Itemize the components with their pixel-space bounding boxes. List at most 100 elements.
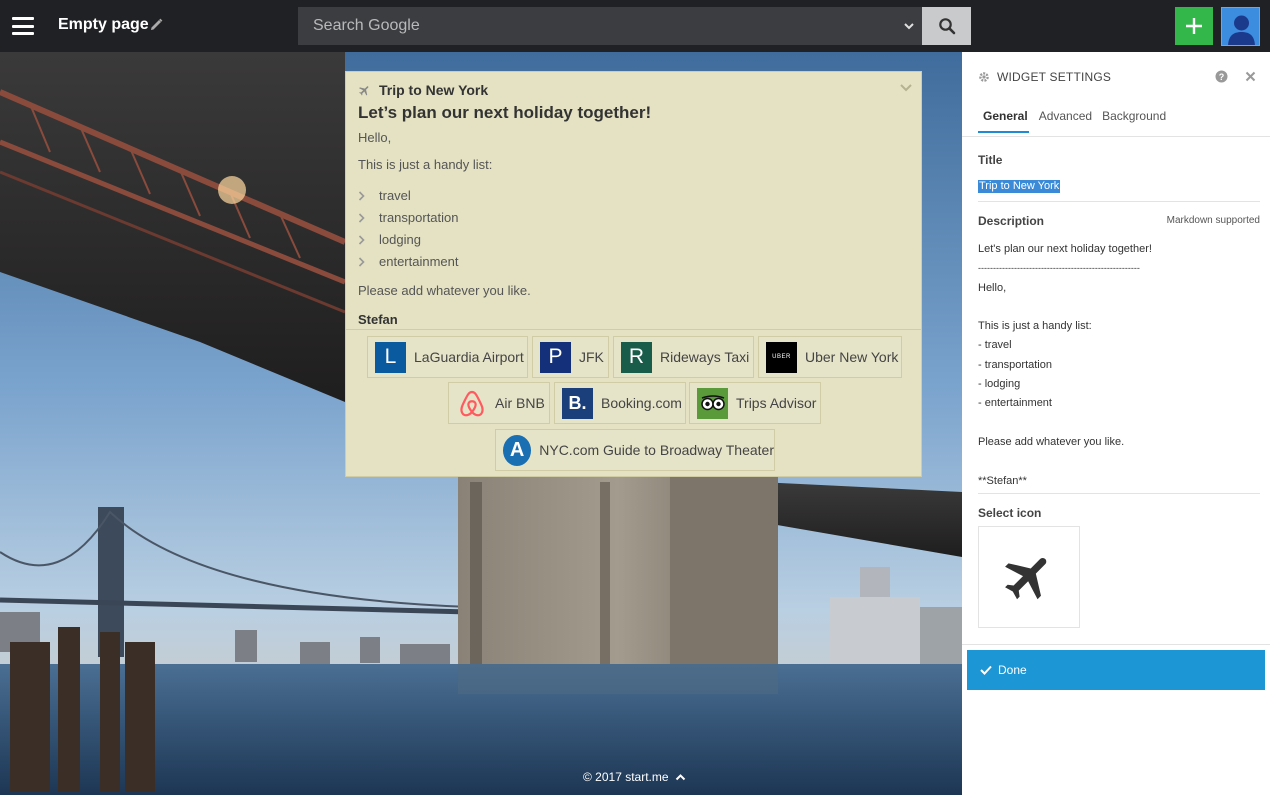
description-line: This is just a handy list: <box>978 320 1092 333</box>
list-item: lodging <box>358 229 651 251</box>
description-line <box>978 298 1260 317</box>
done-button[interactable]: Done <box>967 650 1265 690</box>
laguardia-logo-icon: L <box>375 341 406 373</box>
close-icon[interactable] <box>1245 71 1256 82</box>
help-icon[interactable]: ? <box>1215 70 1228 83</box>
pencil-icon[interactable] <box>148 17 164 33</box>
description-line: - lodging <box>978 378 1021 391</box>
description-line <box>978 414 1260 433</box>
description-field[interactable]: Let's plan our next holiday together! --… <box>978 240 1260 491</box>
search-button[interactable] <box>922 7 971 45</box>
link-label: Air BNB <box>495 395 545 411</box>
rideways-logo-icon: R <box>621 341 652 373</box>
gear-icon <box>979 72 989 82</box>
divider <box>978 493 1260 494</box>
widget-header: Trip to New York <box>358 81 488 99</box>
link-label: Booking.com <box>601 395 682 411</box>
description-line: - entertainment <box>978 397 1052 410</box>
check-icon <box>980 665 992 675</box>
owl-icon <box>697 387 728 419</box>
search-icon <box>938 18 955 35</box>
link-label: Rideways Taxi <box>660 349 750 365</box>
markdown-hint: Markdown supported <box>1166 215 1260 226</box>
list-item-label: travel <box>379 188 411 203</box>
chevron-up-icon[interactable] <box>675 773 686 781</box>
avatar[interactable] <box>1221 7 1260 46</box>
link-trips-advisor[interactable]: Trips Advisor <box>689 382 821 424</box>
icon-picker[interactable] <box>978 526 1080 628</box>
title-label: Title <box>978 153 1003 167</box>
description-line: Let's plan our next holiday together! <box>978 243 1152 255</box>
divider <box>978 201 1260 202</box>
page-title[interactable]: Empty page <box>58 16 149 34</box>
menu-icon[interactable] <box>12 17 34 35</box>
link-booking-com[interactable]: B. Booking.com <box>554 382 686 424</box>
widget-list: travel transportation lodging entertainm… <box>358 185 651 273</box>
list-item: transportation <box>358 207 651 229</box>
top-bar: Empty page <box>0 0 1270 52</box>
nyc-logo-icon: A <box>503 434 532 466</box>
list-item-label: lodging <box>379 232 421 247</box>
list-item-label: entertainment <box>379 254 459 269</box>
widget-intro: This is just a handy list: <box>358 157 493 172</box>
note-widget: Trip to New York Let’s plan our next hol… <box>345 71 922 477</box>
uber-logo-icon: UBER <box>766 341 797 373</box>
description-line <box>978 452 1260 471</box>
user-icon <box>1228 15 1255 45</box>
chevron-down-icon[interactable] <box>902 19 916 33</box>
chevron-right-icon <box>358 235 365 245</box>
chevron-right-icon <box>358 257 365 267</box>
panel-header: WIDGET SETTINGS <box>978 70 1111 84</box>
airplane-icon <box>359 85 369 95</box>
description-line: - travel <box>978 339 1012 352</box>
svg-text:?: ? <box>1219 72 1225 82</box>
description-line: ----------------------------------------… <box>978 263 1140 274</box>
widget-heading: Let’s plan our next holiday together! <box>358 103 652 122</box>
description-line: Hello, <box>978 281 1007 294</box>
link-label: Trips Advisor <box>736 395 817 411</box>
title-field[interactable]: Trip to New York <box>978 180 1061 193</box>
add-button[interactable] <box>1175 7 1213 45</box>
link-uber-new-york[interactable]: UBER Uber New York <box>758 336 902 378</box>
airbnb-logo-icon <box>456 388 487 419</box>
list-item-label: transportation <box>379 210 459 225</box>
select-icon-label: Select icon <box>978 506 1042 520</box>
widget-divider <box>346 329 921 330</box>
link-label: Uber New York <box>805 349 899 365</box>
link-label: LaGuardia Airport <box>414 349 524 365</box>
parking-icon: P <box>540 341 571 373</box>
link-jfk[interactable]: P JFK <box>532 336 609 378</box>
airplane-icon <box>1005 558 1047 600</box>
link-label: JFK <box>579 349 604 365</box>
chevron-down-icon[interactable] <box>899 82 913 94</box>
tab-background[interactable]: Background <box>1102 109 1166 133</box>
search-box <box>298 7 922 45</box>
panel-title: WIDGET SETTINGS <box>997 70 1112 84</box>
tab-advanced[interactable]: Advanced <box>1039 109 1092 133</box>
tab-general[interactable]: General <box>978 109 1029 133</box>
copyright-text[interactable]: © 2017 start.me <box>583 770 669 784</box>
list-item: entertainment <box>358 251 651 273</box>
description-line: - transportation <box>978 358 1052 371</box>
plus-icon <box>1186 18 1202 34</box>
booking-logo-icon: B. <box>562 387 593 419</box>
description-line: Please add whatever you like. <box>978 435 1125 448</box>
chevron-right-icon <box>358 213 365 223</box>
link-laguardia-airport[interactable]: L LaGuardia Airport <box>367 336 528 378</box>
tabs-divider <box>962 136 1270 137</box>
done-label: Done <box>998 663 1027 677</box>
widget-title[interactable]: Trip to New York <box>379 82 488 98</box>
widget-closing: Please add whatever you like. <box>358 283 531 298</box>
divider <box>962 644 1270 645</box>
search-input[interactable] <box>298 7 888 45</box>
link-label: NYC.com Guide to Broadway Theater <box>539 442 774 458</box>
link-nyc-broadway-guide[interactable]: A NYC.com Guide to Broadway Theater <box>495 429 775 471</box>
link-air-bnb[interactable]: Air BNB <box>448 382 550 424</box>
link-rideways-taxi[interactable]: R Rideways Taxi <box>613 336 754 378</box>
list-item: travel <box>358 185 651 207</box>
settings-tabs: General Advanced Background <box>978 109 1176 133</box>
widget-greeting: Hello, <box>358 130 392 145</box>
description-label: Description <box>978 214 1045 228</box>
widget-content: Let’s plan our next holiday together! He… <box>358 103 651 327</box>
widget-settings-panel: WIDGET SETTINGS ? General Advanced Backg… <box>962 52 1270 795</box>
